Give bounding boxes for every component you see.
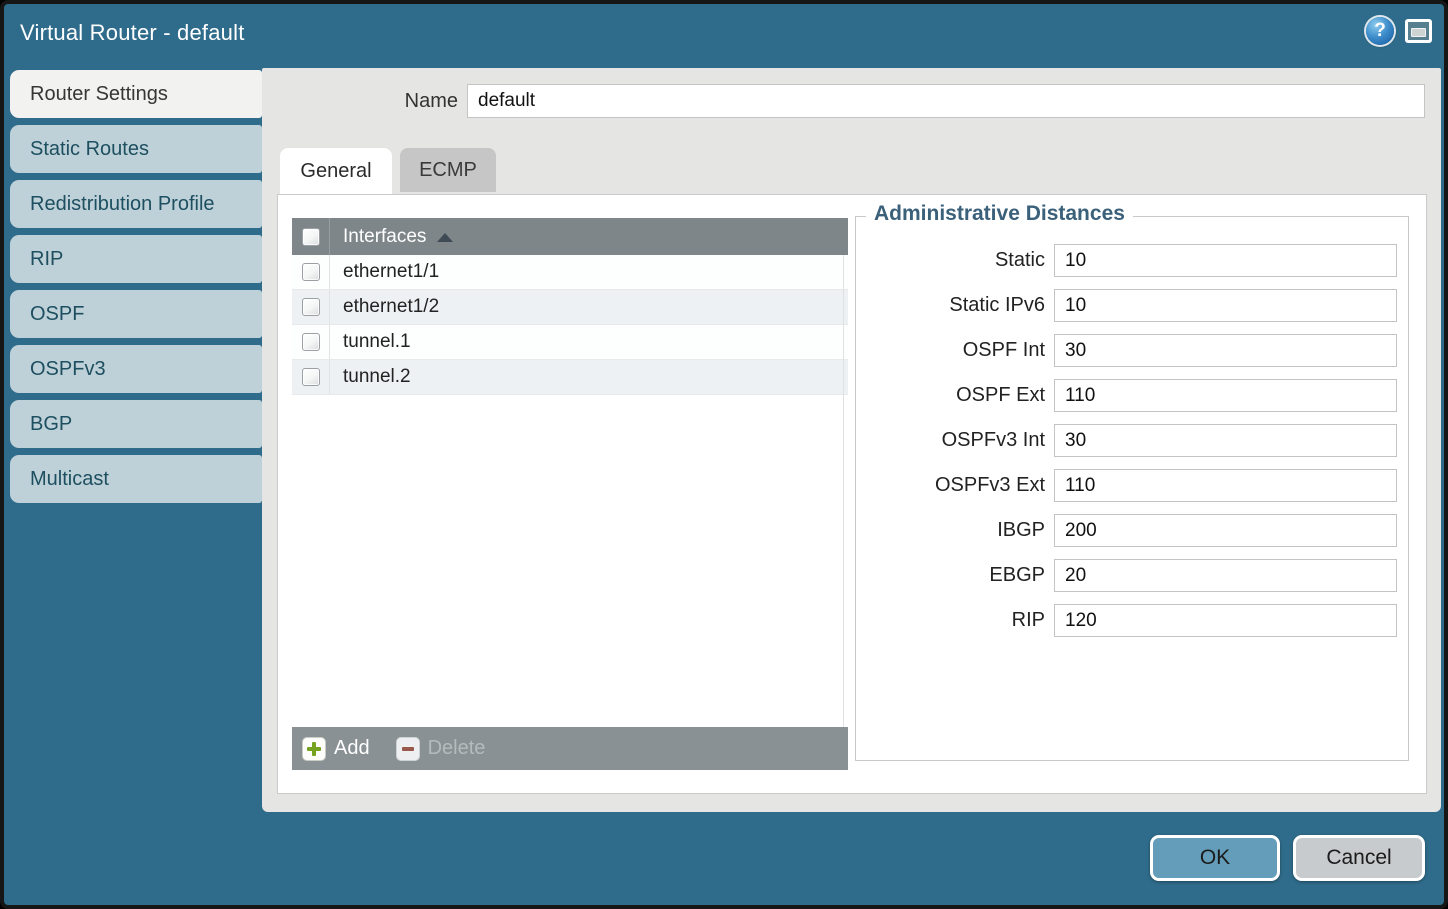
- admin-distance-input-static[interactable]: [1054, 244, 1397, 277]
- row-checkbox[interactable]: [302, 263, 320, 281]
- admin-distance-label-ebgp: EBGP: [989, 564, 1045, 587]
- admin-distance-row: OSPF Ext: [856, 379, 1408, 412]
- interfaces-table-body: ethernet1/1 ethernet1/2 tunnel.1 tunnel.…: [292, 255, 848, 727]
- sidebar-item-static-routes[interactable]: Static Routes: [10, 125, 262, 173]
- name-row: Name: [262, 84, 1425, 118]
- cancel-button[interactable]: Cancel: [1293, 835, 1425, 881]
- admin-distance-input-ospf-ext[interactable]: [1054, 379, 1397, 412]
- admin-distance-row: IBGP: [856, 514, 1408, 547]
- virtual-router-dialog: Virtual Router - default ? Router Settin…: [0, 0, 1448, 909]
- sidebar-item-bgp[interactable]: BGP: [10, 400, 262, 448]
- row-checkbox[interactable]: [302, 333, 320, 351]
- admin-distance-label-static-ipv6: Static IPv6: [949, 294, 1045, 317]
- tab-general[interactable]: General: [280, 148, 392, 194]
- admin-distance-row: EBGP: [856, 559, 1408, 592]
- maximize-icon[interactable]: [1405, 19, 1432, 43]
- row-checkbox-cell: [292, 290, 330, 324]
- admin-distance-row: OSPFv3 Int: [856, 424, 1408, 457]
- name-input[interactable]: [467, 84, 1425, 118]
- admin-distance-label-ospf-int: OSPF Int: [963, 339, 1045, 362]
- interfaces-column-header[interactable]: Interfaces: [343, 226, 426, 248]
- add-icon: [302, 737, 326, 761]
- admin-distance-input-ospfv3-ext[interactable]: [1054, 469, 1397, 502]
- interfaces-table-header: Interfaces: [292, 218, 848, 255]
- admin-distance-input-ospfv3-int[interactable]: [1054, 424, 1397, 457]
- sort-ascending-icon[interactable]: [437, 233, 453, 242]
- admin-distance-label-static: Static: [995, 249, 1045, 272]
- row-checkbox-cell: [292, 325, 330, 359]
- table-row[interactable]: tunnel.2: [292, 360, 848, 395]
- help-icon[interactable]: ?: [1366, 17, 1394, 45]
- delete-button[interactable]: Delete: [396, 737, 486, 761]
- admin-distance-label-ospfv3-ext: OSPFv3 Ext: [935, 474, 1045, 497]
- admin-distance-row: RIP: [856, 604, 1408, 637]
- table-row[interactable]: ethernet1/1: [292, 255, 848, 290]
- admin-distance-input-ospf-int[interactable]: [1054, 334, 1397, 367]
- admin-distance-input-rip[interactable]: [1054, 604, 1397, 637]
- row-checkbox[interactable]: [302, 368, 320, 386]
- table-row[interactable]: tunnel.1: [292, 325, 848, 360]
- tab-strip: General ECMP: [280, 148, 496, 194]
- admin-distance-input-static-ipv6[interactable]: [1054, 289, 1397, 322]
- row-checkbox[interactable]: [302, 298, 320, 316]
- admin-distance-label-ospfv3-int: OSPFv3 Int: [942, 429, 1045, 452]
- admin-distance-row: Static: [856, 244, 1408, 277]
- sidebar-item-multicast[interactable]: Multicast: [10, 455, 262, 503]
- interface-name: tunnel.2: [343, 366, 411, 388]
- admin-distance-input-ebgp[interactable]: [1054, 559, 1397, 592]
- select-all-checkbox[interactable]: [302, 228, 320, 246]
- name-label: Name: [405, 90, 458, 113]
- add-button[interactable]: Add: [302, 737, 370, 761]
- ok-button[interactable]: OK: [1150, 835, 1280, 881]
- interface-name: ethernet1/2: [343, 296, 439, 318]
- admin-distance-row: OSPF Int: [856, 334, 1408, 367]
- tab-ecmp[interactable]: ECMP: [400, 148, 496, 192]
- header-checkbox-cell: [292, 218, 330, 255]
- interfaces-table: Interfaces ethernet1/1 ethernet1/2 tunne…: [292, 218, 848, 770]
- general-tab-panel: Interfaces ethernet1/1 ethernet1/2 tunne…: [277, 194, 1427, 794]
- sidebar: Router Settings Static Routes Redistribu…: [10, 70, 262, 510]
- admin-distance-label-rip: RIP: [1012, 609, 1045, 632]
- administrative-distances-legend: Administrative Distances: [866, 202, 1133, 226]
- dialog-title: Virtual Router - default: [20, 20, 245, 46]
- admin-distance-input-ibgp[interactable]: [1054, 514, 1397, 547]
- interface-name: ethernet1/1: [343, 261, 439, 283]
- admin-distance-label-ibgp: IBGP: [997, 519, 1045, 542]
- sidebar-item-redistribution-profile[interactable]: Redistribution Profile: [10, 180, 262, 228]
- administrative-distances-fieldset: Administrative Distances Static Static I…: [855, 216, 1409, 761]
- admin-distance-row: Static IPv6: [856, 289, 1408, 322]
- admin-distance-row: OSPFv3 Ext: [856, 469, 1408, 502]
- administrative-distances-fields: Static Static IPv6 OSPF Int OSPF Ext OSP…: [856, 217, 1408, 637]
- interface-name: tunnel.1: [343, 331, 411, 353]
- window-controls: ?: [1366, 17, 1432, 45]
- row-checkbox-cell: [292, 360, 330, 394]
- table-row[interactable]: ethernet1/2: [292, 290, 848, 325]
- admin-distance-label-ospf-ext: OSPF Ext: [956, 384, 1045, 407]
- sidebar-item-rip[interactable]: RIP: [10, 235, 262, 283]
- interfaces-table-footer: Add Delete: [292, 727, 848, 770]
- sidebar-item-ospfv3[interactable]: OSPFv3: [10, 345, 262, 393]
- add-button-label: Add: [334, 737, 370, 760]
- delete-icon: [396, 737, 420, 761]
- sidebar-item-ospf[interactable]: OSPF: [10, 290, 262, 338]
- row-checkbox-cell: [292, 255, 330, 289]
- content-panel: Name General ECMP Interfaces ethernet1/1: [262, 68, 1441, 812]
- sidebar-item-router-settings[interactable]: Router Settings: [10, 70, 262, 118]
- delete-button-label: Delete: [428, 737, 486, 760]
